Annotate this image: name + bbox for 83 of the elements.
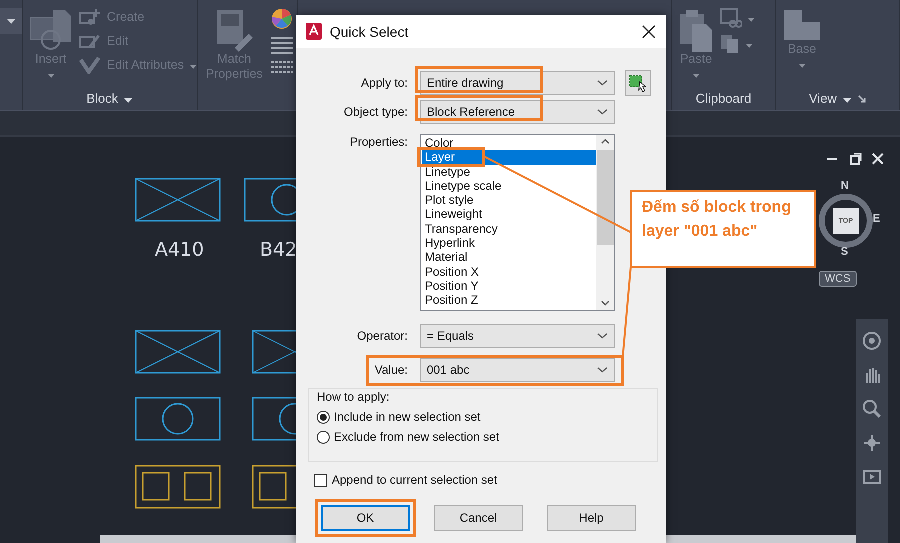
- zoom-icon[interactable]: [862, 399, 882, 419]
- close-icon[interactable]: [642, 24, 656, 38]
- linetype-icon[interactable]: [270, 60, 293, 76]
- caret-icon[interactable]: [48, 74, 54, 78]
- list-scrollbar[interactable]: [596, 135, 614, 310]
- dialog-button[interactable]: Help: [547, 505, 636, 531]
- launcher-arrow-icon[interactable]: [858, 94, 866, 102]
- dialog-button[interactable]: Cancel: [434, 505, 523, 531]
- list-item[interactable]: Position Y: [422, 278, 596, 294]
- field-label: Object type:: [342, 104, 408, 118]
- radio-option[interactable]: Include in new selection set: [317, 410, 481, 424]
- dialog-button[interactable]: OK: [321, 505, 410, 531]
- compass-letter[interactable]: N: [841, 180, 849, 192]
- compass-letter[interactable]: S: [841, 246, 848, 258]
- field-label: Value:: [374, 362, 408, 376]
- caret-icon[interactable]: [692, 74, 700, 78]
- list-item[interactable]: Lineweight: [422, 207, 596, 222]
- list-item[interactable]: Plot style: [422, 193, 596, 208]
- steering-wheel-icon[interactable]: [862, 331, 882, 351]
- list-item[interactable]: Linetype scale: [422, 178, 596, 194]
- group-title: How to apply:: [317, 390, 391, 404]
- compass-ring-icon[interactable]: [818, 193, 874, 249]
- ucs-dropdown[interactable]: WCS: [819, 271, 857, 287]
- select-objects-icon[interactable]: [629, 74, 647, 92]
- create-block-icon[interactable]: [79, 8, 101, 26]
- list-item[interactable]: Transparency: [422, 222, 596, 236]
- dialog-title: Quick Select: [330, 24, 410, 40]
- chevron-up-icon[interactable]: [600, 139, 610, 144]
- field-label: Properties:: [348, 134, 408, 149]
- radio-option[interactable]: Exclude from new selection set: [317, 430, 500, 444]
- field-label: Apply to:: [360, 76, 408, 90]
- ribbon-button[interactable]: [720, 8, 756, 28]
- caret-icon[interactable]: [190, 65, 198, 69]
- caret-icon[interactable]: [124, 98, 134, 102]
- double-square-block-drawing: [252, 465, 296, 509]
- edit-block-icon[interactable]: [79, 32, 101, 50]
- highlight-frame: [417, 147, 485, 168]
- list-item[interactable]: Position Z: [422, 293, 596, 308]
- restore-icon[interactable]: [850, 153, 862, 165]
- compass-letter[interactable]: E: [873, 213, 880, 225]
- list-item[interactable]: Position X: [422, 264, 596, 279]
- circle-block-drawing: [244, 178, 296, 222]
- caret-icon[interactable]: [843, 98, 852, 102]
- horizontal-scrollbar[interactable]: [100, 535, 296, 543]
- block-label: A410: [155, 239, 204, 261]
- ribbon-button[interactable]: [720, 34, 756, 54]
- list-item[interactable]: Linetype: [422, 164, 596, 179]
- object-type-dropdown[interactable]: Block Reference: [420, 100, 615, 124]
- value-dropdown[interactable]: 001 abc: [420, 358, 615, 382]
- annotation-callout: Đếm số block trong layer "001 abc": [630, 190, 816, 268]
- field-label: Operator:: [356, 328, 408, 342]
- caret-icon[interactable]: [6, 18, 16, 24]
- play-icon[interactable]: [862, 467, 882, 487]
- block-label: B42: [260, 239, 298, 261]
- clipboard-icon[interactable]: [678, 8, 714, 52]
- app-logo-icon: [306, 23, 322, 40]
- color-wheel-icon[interactable]: [270, 8, 293, 30]
- operator-dropdown[interactable]: = Equals: [420, 324, 615, 348]
- apply-to-dropdown[interactable]: Entire drawing: [420, 70, 615, 94]
- list-item[interactable]: Hyperlink: [422, 236, 596, 250]
- panel-title[interactable]: Clipboard: [696, 90, 752, 106]
- chevron-down-icon[interactable]: [597, 366, 608, 372]
- chevron-down-icon[interactable]: [600, 301, 610, 306]
- panel-dropdown[interactable]: [0, 8, 22, 34]
- copy-icon[interactable]: [720, 34, 740, 54]
- caret-icon[interactable]: [798, 64, 806, 68]
- chevron-down-icon[interactable]: [597, 332, 608, 338]
- panel-title[interactable]: Block: [86, 90, 118, 106]
- list-item[interactable]: Color: [422, 136, 596, 150]
- panel-title[interactable]: View: [809, 90, 838, 106]
- base-view-icon[interactable]: [782, 8, 822, 42]
- append-checkbox[interactable]: Append to current selection set: [314, 473, 498, 487]
- caret-icon[interactable]: [748, 18, 756, 22]
- lineweight-icon[interactable]: [270, 36, 293, 54]
- circle-block-drawing: [252, 397, 296, 441]
- chevron-down-icon[interactable]: [597, 80, 608, 86]
- cross-block-drawing: [252, 330, 296, 374]
- chevron-down-icon[interactable]: [597, 108, 608, 114]
- list-item[interactable]: Layer: [422, 150, 596, 165]
- list-item[interactable]: Material: [422, 250, 596, 265]
- insert-block-icon[interactable]: [29, 8, 73, 52]
- select-objects-button[interactable]: [625, 70, 651, 96]
- caret-icon[interactable]: [746, 44, 754, 48]
